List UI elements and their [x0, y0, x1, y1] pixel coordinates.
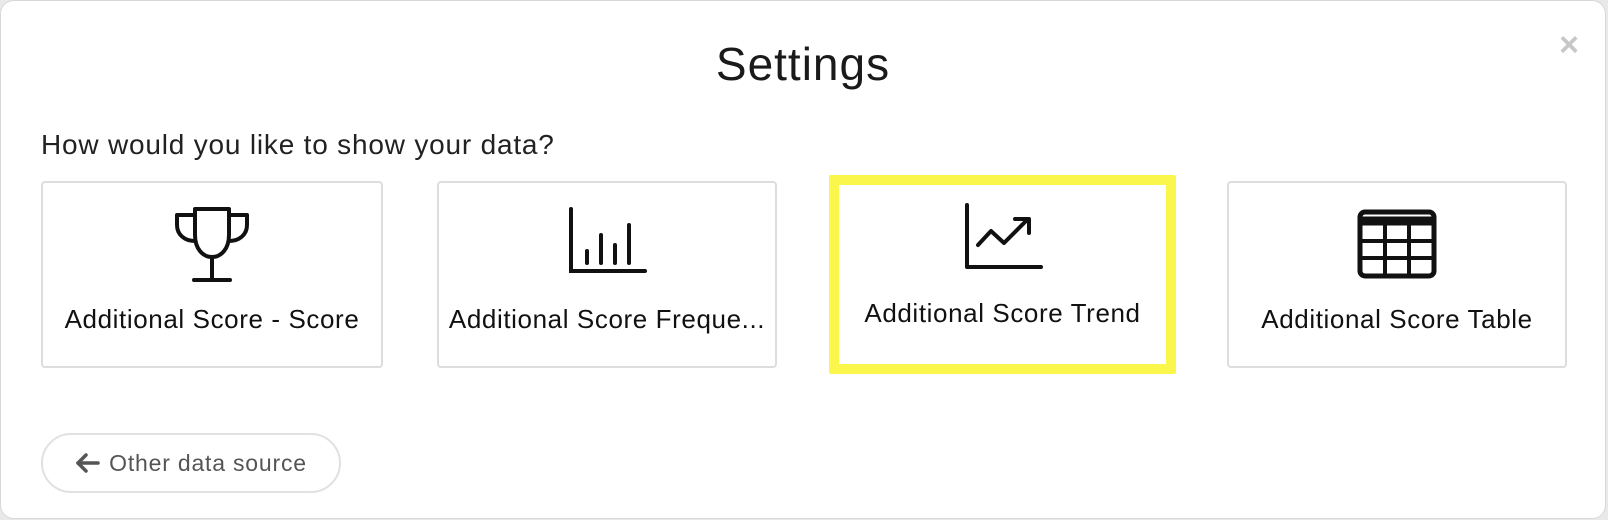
other-data-source-button[interactable]: Other data source	[41, 433, 341, 493]
bar-chart-icon	[569, 207, 647, 273]
option-label: Additional Score - Score	[64, 304, 360, 334]
trophy-icon	[175, 207, 249, 282]
dialog-title: Settings	[715, 38, 891, 90]
option-card-frequency[interactable]: Additional Score Freque...	[437, 181, 777, 368]
option-label: Additional Score Freque...	[448, 304, 766, 334]
question-text: How would you like to show your data?	[41, 129, 555, 160]
close-icon[interactable]: ×	[1553, 28, 1585, 62]
option-card-trend[interactable]: Additional Score Trend	[829, 175, 1176, 374]
trend-chart-icon	[964, 203, 1043, 269]
option-label: Additional Score Table	[1261, 304, 1533, 334]
option-card-score[interactable]: Additional Score - Score	[41, 181, 383, 368]
table-icon	[1357, 209, 1437, 279]
arrow-left-icon	[76, 453, 100, 473]
option-label: Additional Score Trend	[864, 298, 1141, 328]
back-button-label: Other data source	[109, 449, 307, 476]
option-card-table[interactable]: Additional Score Table	[1227, 181, 1567, 368]
settings-dialog: Settings × How would you like to show yo…	[0, 0, 1606, 519]
